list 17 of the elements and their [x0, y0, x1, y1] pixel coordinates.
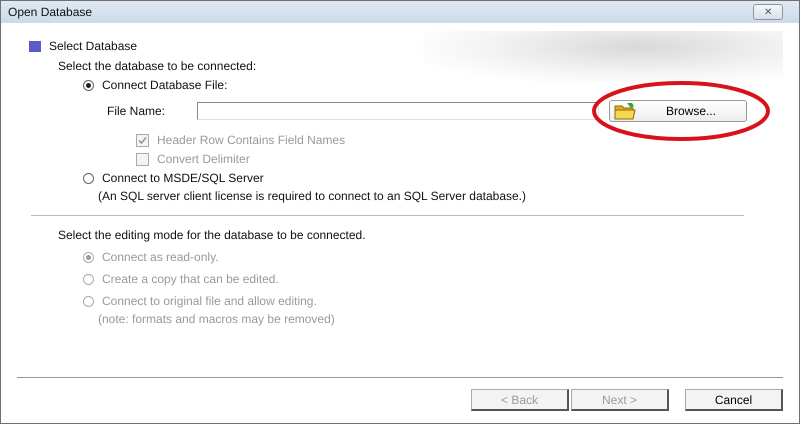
radio-button[interactable]: [83, 172, 94, 184]
radio-label[interactable]: Connect Database File:: [102, 78, 228, 92]
window-title: Open Database: [8, 5, 92, 19]
browse-button[interactable]: Browse...: [609, 100, 747, 122]
note-text: (note: formats and macros may be removed): [98, 312, 336, 326]
close-button[interactable]: ✕: [753, 4, 783, 20]
radio-button[interactable]: [83, 80, 94, 90]
field-label: File Name:: [107, 104, 166, 118]
dialog-button[interactable]: Cancel: [685, 389, 783, 411]
folder-icon: [614, 102, 636, 120]
section-title: Select Database: [49, 39, 138, 53]
radio-label[interactable]: Connect to MSDE/SQL Server: [102, 171, 264, 185]
section-marker-icon: [29, 40, 41, 52]
note-text: (An SQL server client license is required to connect to an SQL Server database.): [98, 189, 527, 203]
prompt-text: Select the database to be connected:: [58, 59, 258, 73]
file-name-field[interactable]: [197, 102, 599, 120]
prompt-text: Select the editing mode for the database to be connected.: [58, 228, 367, 242]
